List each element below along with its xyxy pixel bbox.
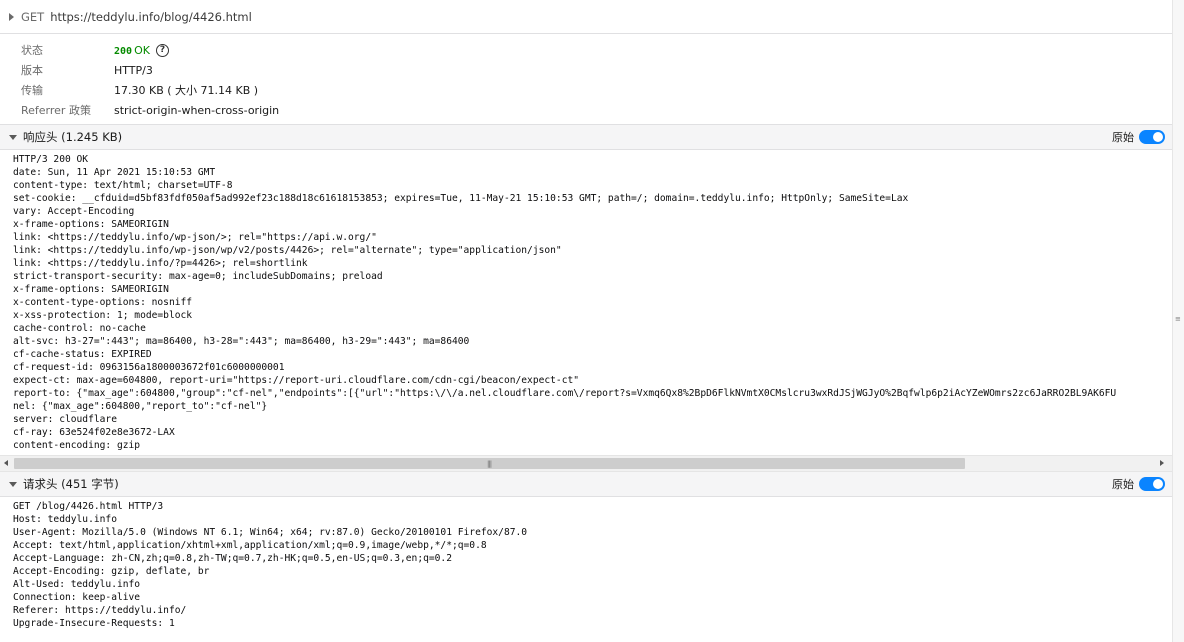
version-label: 版本	[21, 64, 43, 77]
question-circle-icon[interactable]: ?	[155, 43, 169, 57]
request-url: https://teddylu.info/blog/4426.html	[50, 9, 252, 24]
request-raw-toggle[interactable]: 原始	[1112, 476, 1165, 492]
status-text: OK	[134, 43, 150, 57]
status-code: 200	[114, 45, 133, 57]
response-headers-title: 响应头 (1.245 KB)	[23, 130, 123, 144]
horizontal-scrollbar[interactable]: |||	[0, 455, 1172, 472]
request-summary: 状态 200 OK ? 版本 HTTP/3 传输 17.30 KB ( 大小 71…	[0, 34, 1172, 125]
response-headers-raw-text: HTTP/3 200 OK date: Sun, 11 Apr 2021 15:…	[13, 154, 1117, 451]
request-method: GET	[21, 9, 45, 24]
grip-icon: ≡	[1175, 315, 1181, 323]
request-headers-header[interactable]: 请求头 (451 字节) 原始	[0, 472, 1172, 497]
summary-row-referrer: Referrer 政策 strict-origin-when-cross-ori…	[0, 100, 1172, 120]
summary-row-status: 状态 200 OK ?	[0, 40, 1172, 60]
referrer-value: strict-origin-when-cross-origin	[114, 103, 280, 117]
transfer-value: 17.30 KB ( 大小 71.14 KB )	[114, 84, 259, 97]
response-raw-toggle[interactable]: 原始	[1112, 129, 1165, 145]
toggle-switch[interactable]	[1139, 130, 1165, 144]
scroll-right-arrow-icon[interactable]	[1160, 460, 1164, 466]
summary-row-version: 版本 HTTP/3	[0, 60, 1172, 80]
grip-icon: |||	[487, 460, 492, 468]
caret-down-icon[interactable]	[9, 134, 17, 140]
network-request-details-panel: GET https://teddylu.info/blog/4426.html …	[0, 0, 1184, 642]
expand-triangle-icon[interactable]	[9, 12, 14, 21]
request-headers-title: 请求头 (451 字节)	[23, 477, 119, 491]
scrollbar-thumb[interactable]: |||	[14, 458, 965, 469]
status-value: 200 OK	[114, 44, 150, 57]
vertical-scrollbar[interactable]: ≡	[1172, 0, 1184, 642]
scroll-left-arrow-icon[interactable]	[4, 460, 8, 466]
request-url-row[interactable]: GET https://teddylu.info/blog/4426.html	[0, 0, 1172, 34]
version-value: HTTP/3	[114, 63, 153, 77]
response-headers-header[interactable]: 响应头 (1.245 KB) 原始	[0, 125, 1172, 150]
caret-down-icon[interactable]	[9, 481, 17, 487]
toggle-knob	[1153, 479, 1163, 489]
raw-toggle-label: 原始	[1112, 131, 1134, 144]
transfer-label: 传输	[21, 84, 43, 97]
toggle-knob	[1153, 132, 1163, 142]
raw-toggle-label: 原始	[1112, 478, 1134, 491]
referrer-label: Referrer 政策	[21, 104, 91, 117]
status-label: 状态	[21, 44, 43, 57]
request-headers-raw-text: GET /blog/4426.html HTTP/3 Host: teddylu…	[13, 501, 528, 629]
toggle-switch[interactable]	[1139, 477, 1165, 491]
panel-content: GET https://teddylu.info/blog/4426.html …	[0, 0, 1172, 642]
summary-row-transfer: 传输 17.30 KB ( 大小 71.14 KB )	[0, 80, 1172, 100]
